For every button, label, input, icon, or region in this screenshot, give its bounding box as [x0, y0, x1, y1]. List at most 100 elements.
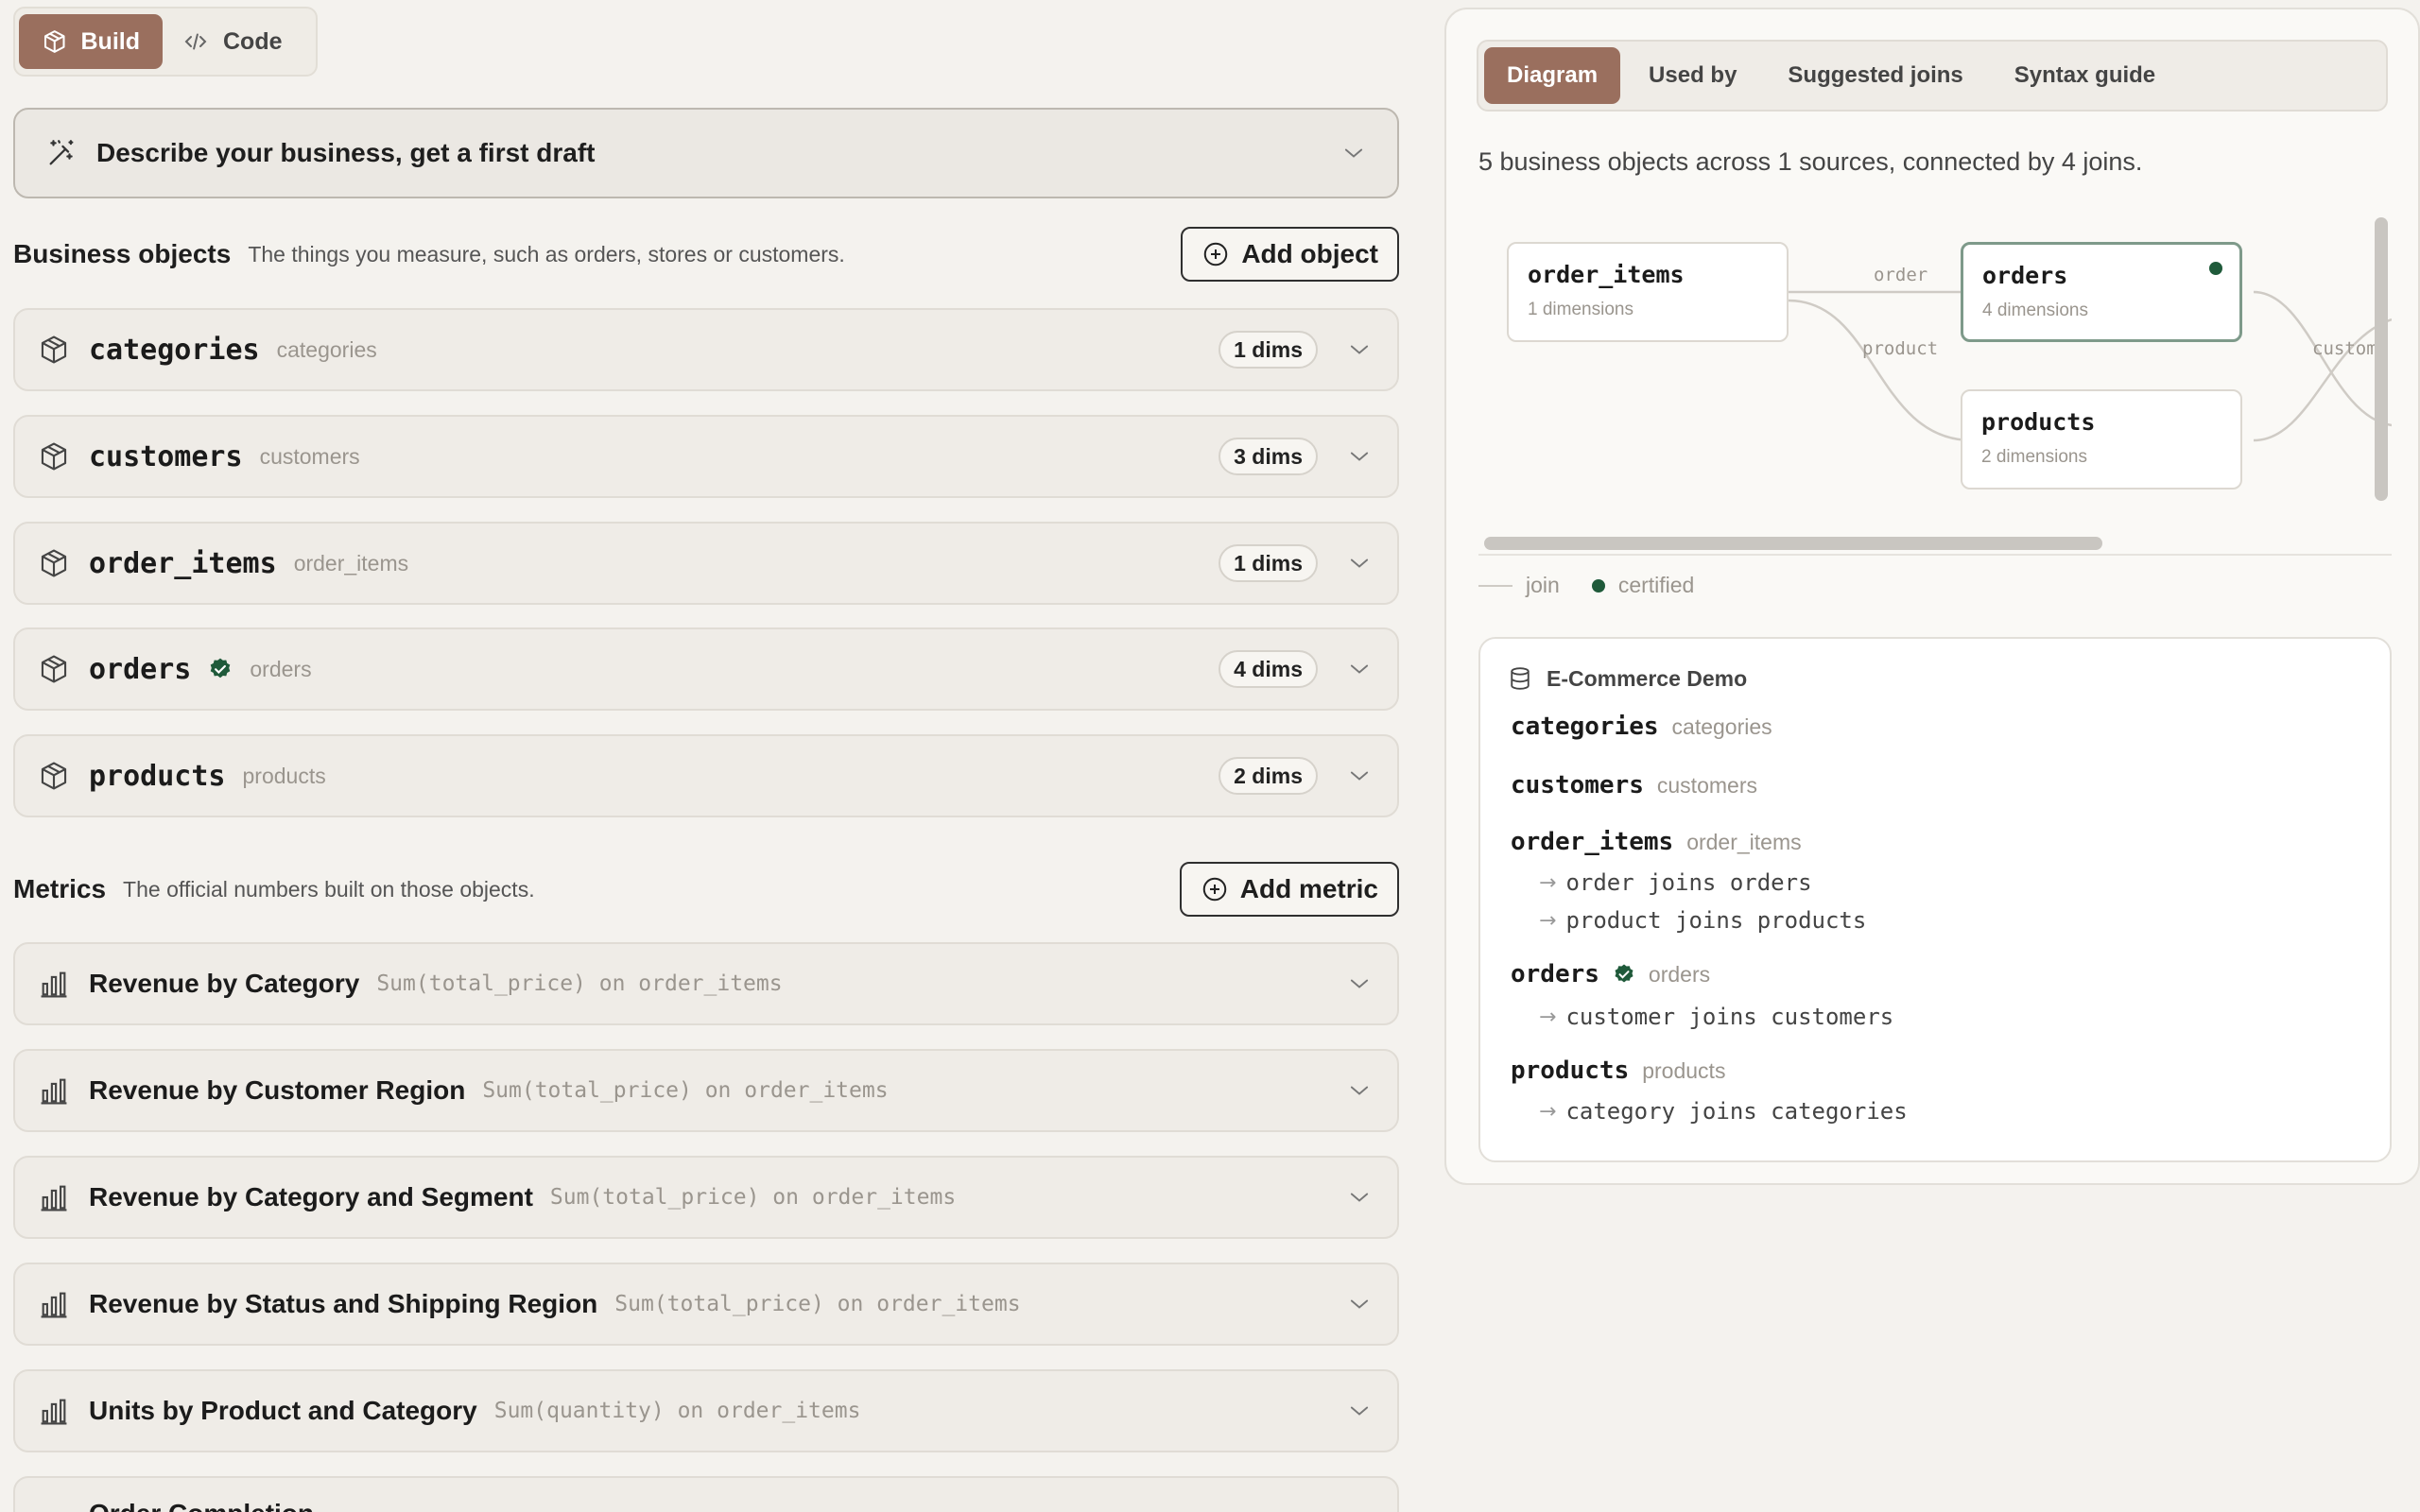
node-title: order_items: [1528, 261, 1685, 288]
metric-formula: Sum(quantity) on order_items: [493, 1399, 861, 1423]
source-object-alias: customers: [1656, 773, 1757, 798]
metric-row[interactable]: Revenue by Category and Segment Sum(tota…: [13, 1156, 1399, 1239]
box-icon: [41, 442, 67, 471]
box-icon: [41, 762, 67, 790]
diagram-node-products[interactable]: products 2 dimensions: [1961, 389, 2242, 490]
object-alias: customers: [259, 443, 360, 469]
source-object[interactable]: categories categories: [1511, 713, 1772, 741]
chevron-down-icon[interactable]: [1346, 656, 1373, 682]
code-label: Code: [223, 27, 283, 55]
metric-formula: Sum(total_price) on order_items: [482, 1078, 889, 1103]
source-object-name: products: [1511, 1057, 1630, 1085]
source-card: E-Commerce Demo categories categories cu…: [1478, 637, 2392, 1162]
business-object-row[interactable]: order_items order_items 1 dims: [13, 522, 1399, 605]
business-objects-subtitle: The things you measure, such as orders, …: [248, 241, 845, 266]
source-object[interactable]: orders orders: [1511, 960, 1710, 988]
legend-certified: certified: [1617, 573, 1695, 597]
diagram-node-orders[interactable]: orders 4 dimensions: [1961, 242, 2242, 342]
business-object-row[interactable]: products products 2 dims: [13, 734, 1399, 817]
code-icon: [184, 33, 207, 50]
source-object-name: order_items: [1511, 828, 1674, 856]
object-alias: products: [242, 763, 326, 788]
chevron-down-icon[interactable]: [1346, 763, 1373, 789]
legend-join: join: [1526, 573, 1560, 597]
business-object-row[interactable]: orders orders 4 dims: [13, 627, 1399, 711]
metric-formula: Sum(total_price) on order_items: [614, 1292, 1021, 1316]
plus-circle-icon: [1204, 242, 1228, 266]
source-join[interactable]: → category joins categories: [1539, 1098, 1908, 1125]
dims-badge: 3 dims: [1219, 438, 1318, 475]
box-icon: [43, 30, 65, 53]
mode-toggle: Build Code: [13, 7, 318, 77]
arrow-right-icon: →: [1539, 1005, 1557, 1029]
bar-chart-icon: [41, 1399, 67, 1425]
metric-row[interactable]: Revenue by Status and Shipping Region Su…: [13, 1263, 1399, 1346]
database-icon: [1511, 667, 1530, 690]
business-object-row[interactable]: categories categories 1 dims: [13, 308, 1399, 391]
certified-dot: [2209, 262, 2222, 275]
chevron-down-icon[interactable]: [1346, 443, 1373, 470]
arrow-right-icon: →: [1539, 1099, 1557, 1124]
chevron-down-icon[interactable]: [1346, 1398, 1373, 1424]
source-join[interactable]: → product joins products: [1539, 907, 1866, 934]
node-dims: 1 dimensions: [1528, 300, 1634, 319]
chevron-down-icon[interactable]: [1346, 1291, 1373, 1317]
chevron-down-icon[interactable]: [1346, 336, 1373, 363]
object-alias: orders: [250, 656, 312, 681]
chevron-down-icon[interactable]: [1346, 971, 1373, 997]
tab-used-by[interactable]: Used by: [1626, 47, 1759, 104]
chevron-down-icon[interactable]: [1346, 1184, 1373, 1211]
chevron-down-icon[interactable]: [1346, 550, 1373, 576]
edge-label-order: order: [1874, 265, 1928, 285]
object-name: products: [89, 759, 226, 793]
source-object[interactable]: products products: [1511, 1057, 1725, 1085]
source-object[interactable]: order_items order_items: [1511, 828, 1802, 856]
tab-syntax-guide[interactable]: Syntax guide: [1992, 47, 2178, 104]
object-name: categories: [89, 333, 260, 367]
tab-suggested-joins[interactable]: Suggested joins: [1765, 47, 1985, 104]
business-objects-title: Business objects: [13, 239, 232, 268]
build-label: Build: [80, 27, 141, 55]
tab-diagram[interactable]: Diagram: [1484, 47, 1621, 104]
code-tab[interactable]: Code: [163, 14, 305, 69]
diagram-summary: 5 business objects across 1 sources, con…: [1478, 147, 2143, 176]
node-dims: 2 dimensions: [1981, 447, 2087, 467]
diagram-node-order-items[interactable]: order_items 1 dimensions: [1507, 242, 1789, 342]
metric-row[interactable]: Units by Product and Category Sum(quanti…: [13, 1369, 1399, 1452]
dims-badge: 2 dims: [1219, 757, 1318, 795]
build-tab[interactable]: Build: [19, 14, 163, 69]
add-object-label: Add object: [1241, 239, 1378, 268]
source-object-alias: order_items: [1686, 830, 1802, 854]
panel-tabs: Diagram Used by Suggested joins Syntax g…: [1477, 40, 2388, 112]
metric-name: Revenue by Category: [89, 969, 360, 998]
object-name: order_items: [89, 546, 277, 580]
edge-product: [1788, 299, 1973, 442]
source-join[interactable]: → customer joins customers: [1539, 1004, 1893, 1030]
object-name: customers: [89, 439, 243, 473]
source-object-alias: products: [1642, 1058, 1726, 1083]
join-text: order joins orders: [1565, 869, 1812, 896]
metric-name: Order Completion: [89, 1499, 314, 1512]
metric-row[interactable]: Order Completion: [13, 1476, 1399, 1512]
add-object-button[interactable]: Add object: [1181, 227, 1399, 282]
bar-chart-icon: [41, 971, 67, 998]
bar-chart-icon: [41, 1185, 67, 1211]
add-metric-button[interactable]: Add metric: [1179, 862, 1399, 917]
join-diagram[interactable]: order product custome order_items 1 dime…: [1478, 208, 2392, 556]
describe-business-panel[interactable]: Describe your business, get a first draf…: [13, 108, 1399, 198]
business-object-row[interactable]: customers customers 3 dims: [13, 415, 1399, 498]
source-name: E-Commerce Demo: [1547, 665, 1748, 691]
chevron-down-icon[interactable]: [1346, 1077, 1373, 1104]
chevron-down-icon: [1344, 148, 1363, 158]
source-object-name: customers: [1511, 771, 1644, 799]
horizontal-scrollbar[interactable]: [1484, 537, 2102, 550]
metrics-subtitle: The official numbers built on those obje…: [123, 876, 535, 902]
magic-wand-icon: [49, 140, 74, 165]
arrow-right-icon: →: [1539, 908, 1557, 933]
metric-row[interactable]: Revenue by Category Sum(total_price) on …: [13, 942, 1399, 1025]
source-join[interactable]: → order joins orders: [1539, 869, 1812, 896]
metric-row[interactable]: Revenue by Customer Region Sum(total_pri…: [13, 1049, 1399, 1132]
join-text: customer joins customers: [1565, 1004, 1894, 1030]
vertical-scrollbar[interactable]: [2375, 217, 2388, 501]
source-object[interactable]: customers customers: [1511, 771, 1757, 799]
